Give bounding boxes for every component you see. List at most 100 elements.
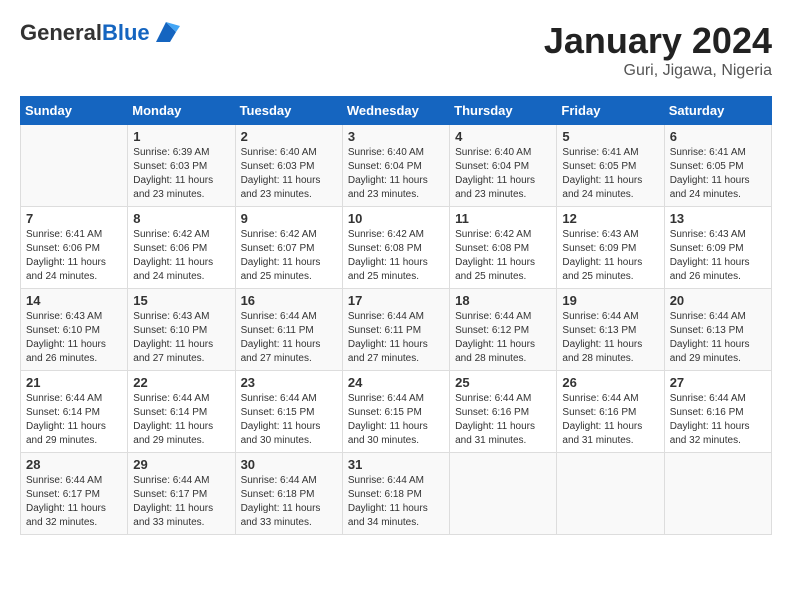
day-number: 26: [562, 375, 658, 390]
day-number: 24: [348, 375, 444, 390]
day-number: 9: [241, 211, 337, 226]
cell-content: Sunrise: 6:40 AMSunset: 6:04 PMDaylight:…: [348, 146, 444, 202]
calendar-cell: 10 Sunrise: 6:42 AMSunset: 6:08 PMDayligh…: [342, 207, 449, 289]
calendar-cell: 27 Sunrise: 6:44 AMSunset: 6:16 PMDayligh…: [664, 371, 771, 453]
cell-content: Sunrise: 6:44 AMSunset: 6:16 PMDaylight:…: [562, 392, 658, 448]
dow-header: Saturday: [664, 97, 771, 125]
day-number: 15: [133, 293, 229, 308]
day-number: 3: [348, 129, 444, 144]
day-number: 14: [26, 293, 122, 308]
calendar-cell: 26 Sunrise: 6:44 AMSunset: 6:16 PMDayligh…: [557, 371, 664, 453]
logo-general: General: [20, 20, 102, 45]
title-block: January 2024 Guri, Jigawa, Nigeria: [544, 20, 772, 80]
cell-content: Sunrise: 6:41 AMSunset: 6:06 PMDaylight:…: [26, 228, 122, 284]
page-header: GeneralBlue January 2024 Guri, Jigawa, N…: [20, 20, 772, 80]
day-number: 16: [241, 293, 337, 308]
cell-content: Sunrise: 6:41 AMSunset: 6:05 PMDaylight:…: [670, 146, 766, 202]
calendar-cell: 9Sunrise: 6:42 AMSunset: 6:07 PMDaylight…: [235, 207, 342, 289]
calendar-cell: 13 Sunrise: 6:43 AMSunset: 6:09 PMDayligh…: [664, 207, 771, 289]
cell-content: Sunrise: 6:40 AMSunset: 6:04 PMDaylight:…: [455, 146, 551, 202]
day-number: 25: [455, 375, 551, 390]
logo-icon: [152, 18, 180, 46]
cell-content: Sunrise: 6:40 AMSunset: 6:03 PMDaylight:…: [241, 146, 337, 202]
dow-header: Tuesday: [235, 97, 342, 125]
calendar-cell: 22Sunrise: 6:44 AMSunset: 6:14 PMDayligh…: [128, 371, 235, 453]
calendar-cell: 4Sunrise: 6:40 AMSunset: 6:04 PMDaylight…: [450, 125, 557, 207]
day-number: 31: [348, 457, 444, 472]
calendar-cell: 29Sunrise: 6:44 AMSunset: 6:17 PMDayligh…: [128, 453, 235, 535]
calendar-cell: 11Sunrise: 6:42 AMSunset: 6:08 PMDayligh…: [450, 207, 557, 289]
dow-header: Friday: [557, 97, 664, 125]
calendar-cell: 24 Sunrise: 6:44 AMSunset: 6:15 PMDayligh…: [342, 371, 449, 453]
cell-content: Sunrise: 6:41 AMSunset: 6:05 PMDaylight:…: [562, 146, 658, 202]
cell-content: Sunrise: 6:44 AMSunset: 6:14 PMDaylight:…: [26, 392, 122, 448]
day-number: 30: [241, 457, 337, 472]
calendar-cell: 12 Sunrise: 6:43 AMSunset: 6:09 PMDayligh…: [557, 207, 664, 289]
calendar-cell: 30 Sunrise: 6:44 AMSunset: 6:18 PMDayligh…: [235, 453, 342, 535]
dow-header: Thursday: [450, 97, 557, 125]
calendar-cell: [450, 453, 557, 535]
cell-content: Sunrise: 6:43 AMSunset: 6:10 PMDaylight:…: [133, 310, 229, 366]
calendar-cell: 3 Sunrise: 6:40 AMSunset: 6:04 PMDaylight…: [342, 125, 449, 207]
cell-content: Sunrise: 6:44 AMSunset: 6:16 PMDaylight:…: [670, 392, 766, 448]
day-number: 7: [26, 211, 122, 226]
day-number: 20: [670, 293, 766, 308]
day-number: 18: [455, 293, 551, 308]
calendar-title: January 2024: [544, 20, 772, 62]
day-number: 12: [562, 211, 658, 226]
cell-content: Sunrise: 6:43 AMSunset: 6:10 PMDaylight:…: [26, 310, 122, 366]
dow-header: Wednesday: [342, 97, 449, 125]
cell-content: Sunrise: 6:44 AMSunset: 6:15 PMDaylight:…: [241, 392, 337, 448]
day-number: 28: [26, 457, 122, 472]
calendar-cell: [664, 453, 771, 535]
day-number: 27: [670, 375, 766, 390]
calendar-cell: [557, 453, 664, 535]
day-number: 22: [133, 375, 229, 390]
calendar-cell: 6 Sunrise: 6:41 AMSunset: 6:05 PMDaylight…: [664, 125, 771, 207]
day-number: 6: [670, 129, 766, 144]
calendar-cell: 19 Sunrise: 6:44 AMSunset: 6:13 PMDayligh…: [557, 289, 664, 371]
day-number: 23: [241, 375, 337, 390]
calendar-table: SundayMondayTuesdayWednesdayThursdayFrid…: [20, 96, 772, 535]
calendar-cell: 28 Sunrise: 6:44 AMSunset: 6:17 PMDayligh…: [21, 453, 128, 535]
cell-content: Sunrise: 6:42 AMSunset: 6:06 PMDaylight:…: [133, 228, 229, 284]
cell-content: Sunrise: 6:44 AMSunset: 6:15 PMDaylight:…: [348, 392, 444, 448]
calendar-cell: 8 Sunrise: 6:42 AMSunset: 6:06 PMDaylight…: [128, 207, 235, 289]
cell-content: Sunrise: 6:43 AMSunset: 6:09 PMDaylight:…: [670, 228, 766, 284]
day-number: 21: [26, 375, 122, 390]
cell-content: Sunrise: 6:42 AMSunset: 6:08 PMDaylight:…: [455, 228, 551, 284]
calendar-cell: 23 Sunrise: 6:44 AMSunset: 6:15 PMDayligh…: [235, 371, 342, 453]
cell-content: Sunrise: 6:39 AMSunset: 6:03 PMDaylight:…: [133, 146, 229, 202]
calendar-cell: 31Sunrise: 6:44 AMSunset: 6:18 PMDayligh…: [342, 453, 449, 535]
day-number: 17: [348, 293, 444, 308]
day-number: 19: [562, 293, 658, 308]
calendar-cell: 16Sunrise: 6:44 AMSunset: 6:11 PMDayligh…: [235, 289, 342, 371]
cell-content: Sunrise: 6:44 AMSunset: 6:18 PMDaylight:…: [241, 474, 337, 530]
cell-content: Sunrise: 6:44 AMSunset: 6:12 PMDaylight:…: [455, 310, 551, 366]
logo-blue: Blue: [102, 20, 150, 45]
day-number: 5: [562, 129, 658, 144]
calendar-cell: 7 Sunrise: 6:41 AMSunset: 6:06 PMDaylight…: [21, 207, 128, 289]
calendar-cell: 21 Sunrise: 6:44 AMSunset: 6:14 PMDayligh…: [21, 371, 128, 453]
day-number: 1: [133, 129, 229, 144]
calendar-cell: [21, 125, 128, 207]
cell-content: Sunrise: 6:44 AMSunset: 6:17 PMDaylight:…: [26, 474, 122, 530]
calendar-cell: 20 Sunrise: 6:44 AMSunset: 6:13 PMDayligh…: [664, 289, 771, 371]
calendar-cell: 17 Sunrise: 6:44 AMSunset: 6:11 PMDayligh…: [342, 289, 449, 371]
dow-header: Sunday: [21, 97, 128, 125]
day-number: 8: [133, 211, 229, 226]
cell-content: Sunrise: 6:44 AMSunset: 6:13 PMDaylight:…: [562, 310, 658, 366]
logo: GeneralBlue: [20, 20, 180, 46]
cell-content: Sunrise: 6:44 AMSunset: 6:17 PMDaylight:…: [133, 474, 229, 530]
cell-content: Sunrise: 6:43 AMSunset: 6:09 PMDaylight:…: [562, 228, 658, 284]
calendar-cell: 5 Sunrise: 6:41 AMSunset: 6:05 PMDaylight…: [557, 125, 664, 207]
cell-content: Sunrise: 6:42 AMSunset: 6:08 PMDaylight:…: [348, 228, 444, 284]
dow-header: Monday: [128, 97, 235, 125]
calendar-cell: 15 Sunrise: 6:43 AMSunset: 6:10 PMDayligh…: [128, 289, 235, 371]
day-number: 10: [348, 211, 444, 226]
calendar-cell: 1 Sunrise: 6:39 AMSunset: 6:03 PMDaylight…: [128, 125, 235, 207]
day-number: 13: [670, 211, 766, 226]
day-number: 2: [241, 129, 337, 144]
cell-content: Sunrise: 6:44 AMSunset: 6:11 PMDaylight:…: [348, 310, 444, 366]
cell-content: Sunrise: 6:44 AMSunset: 6:13 PMDaylight:…: [670, 310, 766, 366]
